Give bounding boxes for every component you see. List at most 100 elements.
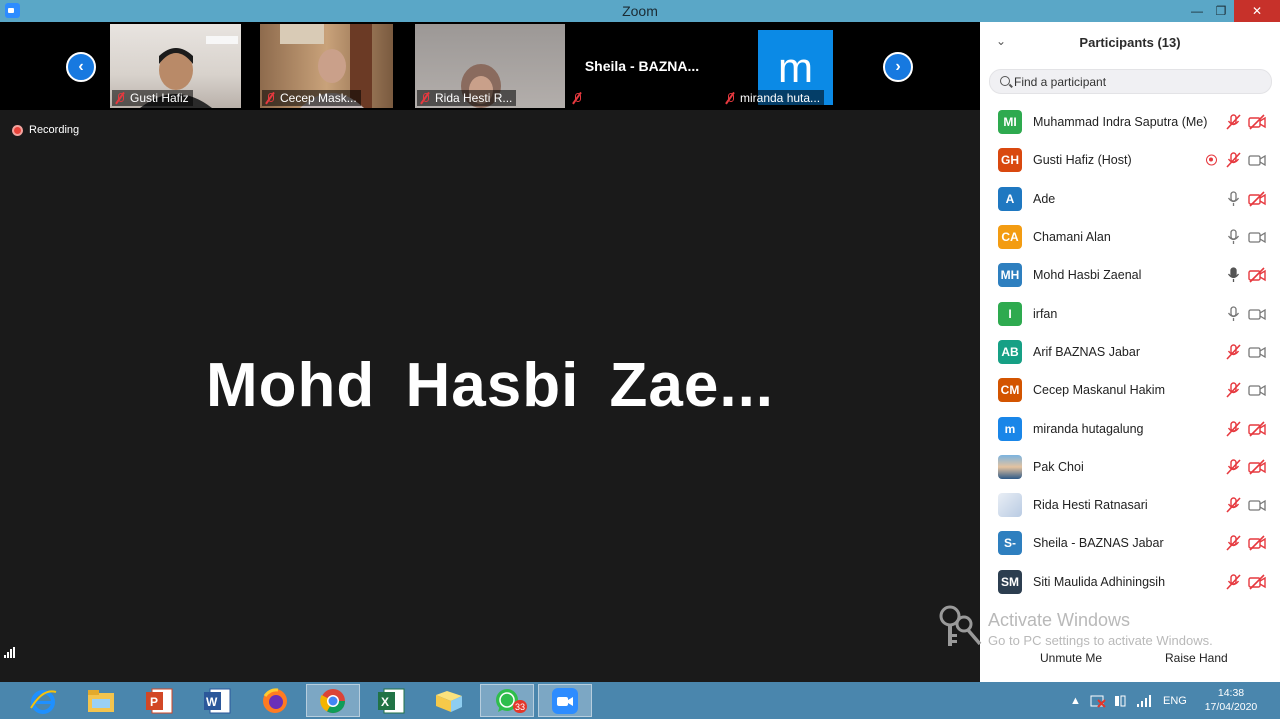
active-speaker-view: Mohd Hasbi Zae... [0,110,980,662]
next-page-button[interactable]: › [883,52,913,82]
video-tile[interactable]: Gusti Hafiz [110,24,241,108]
video-tile[interactable]: Sheila - BAZNA... [567,24,717,108]
microphone-icon[interactable] [1225,305,1243,322]
participant-avatar: CA [998,225,1022,250]
mic-muted-icon[interactable] [1225,459,1243,475]
video-off-icon[interactable] [1248,420,1266,437]
participant-avatar: m [998,416,1022,441]
participant-name: Cecep Maskanul Hakim [1033,383,1165,398]
video-off-icon[interactable] [1248,535,1266,551]
participant-row[interactable]: m miranda hutagalung [980,409,1280,447]
participant-row[interactable]: Rida Hesti Ratnasari [980,486,1280,524]
participant-row[interactable]: A Ade [980,180,1280,218]
video-camera-icon[interactable] [1248,344,1266,360]
video-camera-icon[interactable] [1248,497,1266,513]
watermark-subtitle: Go to PC settings to activate Windows. [988,633,1213,648]
tile-display-name: Sheila - BAZNA... [584,58,700,74]
internet-explorer-icon[interactable] [16,684,70,717]
participant-avatar [998,493,1022,518]
participant-row[interactable]: Pak Choi [980,448,1280,486]
chrome-icon[interactable] [306,684,360,717]
recording-indicator[interactable]: Recording [12,124,79,136]
svg-text:P: P [150,695,158,709]
mic-muted-icon[interactable] [1225,574,1243,590]
power-icon[interactable] [1112,682,1128,719]
network-icon[interactable] [1136,682,1152,719]
participant-row[interactable]: CM Cecep Maskanul Hakim [980,371,1280,409]
watermark-title: Activate Windows [988,610,1131,630]
whatsapp-icon[interactable]: 33 [480,684,534,717]
microphone-icon[interactable] [1225,267,1243,283]
participant-row[interactable]: GH Gusti Hafiz (Host) [980,141,1280,179]
participant-avatar [998,454,1022,479]
action-center-icon[interactable] [1090,682,1106,719]
video-camera-icon[interactable] [1248,382,1266,398]
mic-muted-icon[interactable] [1225,382,1243,398]
signal-strength-icon[interactable] [4,647,15,658]
zoom-taskbar-icon[interactable] [538,684,592,717]
participant-name: Pak Choi [1033,459,1084,474]
recording-icon [1206,154,1217,166]
tile-name-bar: Cecep Mask... [262,90,361,106]
participant-row[interactable]: MH Mohd Hasbi Zaenal [980,256,1280,294]
participant-row[interactable]: Iirfan [980,294,1280,332]
mic-muted-icon[interactable] [1225,420,1243,437]
clock-date: 17/04/2020 [1204,701,1258,713]
word-icon[interactable]: W [190,684,244,717]
record-icon [12,124,23,136]
tile-name-bar: miranda huta... [722,90,825,106]
participant-search[interactable] [989,69,1272,94]
folder-icon[interactable] [422,684,476,717]
show-hidden-icons-button[interactable]: ▲ [1070,682,1081,719]
video-tile[interactable]: Rida Hesti R... [415,24,565,108]
mic-muted-icon[interactable] [1225,535,1243,551]
video-camera-icon[interactable] [1248,229,1266,245]
language-indicator[interactable]: ENG [1163,682,1187,719]
participant-avatar: MH [998,263,1022,288]
mic-muted-icon[interactable] [1225,152,1243,168]
mic-muted-icon [419,92,431,104]
prev-page-button[interactable]: ‹ [66,52,96,82]
video-off-icon[interactable] [1248,574,1266,590]
video-off-icon[interactable] [1248,267,1266,283]
taskbar-clock[interactable]: 14:38 17/04/2020 [1196,686,1266,714]
participant-name: Chamani Alan [1033,230,1111,245]
excel-icon[interactable]: X [364,684,418,717]
search-input[interactable] [1014,73,1264,91]
mic-muted-icon[interactable] [1225,344,1243,360]
powerpoint-icon[interactable]: P [132,684,186,717]
participant-name: irfan [1033,306,1058,321]
video-tile[interactable]: Cecep Mask... [260,24,393,108]
participant-name: miranda hutagalung [1033,421,1144,436]
participant-row[interactable]: SM Siti Maulida Adhiningsih [980,563,1280,601]
video-off-icon[interactable] [1248,459,1266,475]
participant-list: MI Muhammad Indra Saputra (Me) GH Gusti Haf… [980,103,1280,601]
microphone-icon[interactable] [1225,191,1243,207]
keys-icon [939,605,982,646]
participants-panel: ⌄ Participants (13) MI Muhammad Indra Sap… [980,22,1280,682]
mic-muted-icon[interactable] [1225,497,1243,513]
video-tile[interactable]: m miranda huta... [720,24,870,108]
video-camera-icon[interactable] [1248,152,1266,168]
raise-hand-button[interactable]: Raise Hand [1159,647,1234,669]
mic-muted-icon[interactable] [1225,114,1243,130]
video-off-icon[interactable] [1248,114,1266,130]
microphone-icon[interactable] [1225,229,1243,245]
unmute-me-button[interactable]: Unmute Me [1034,647,1109,669]
participant-avatar: S- [998,531,1022,556]
recording-label: Recording [29,124,80,136]
participant-row[interactable]: CA Chamani Alan [980,218,1280,256]
video-off-icon[interactable] [1248,191,1266,207]
firefox-icon[interactable] [248,684,302,717]
file-explorer-icon[interactable] [74,684,128,717]
participant-row[interactable]: AB Arif BAZNAS Jabar [980,333,1280,371]
participant-row[interactable]: S- Sheila - BAZNAS Jabar [980,524,1280,562]
mic-muted-icon [114,92,126,104]
participant-row[interactable]: MI Muhammad Indra Saputra (Me) [980,103,1280,141]
tile-name: Gusti Hafiz [130,91,189,105]
participants-title: Participants (13) [1079,35,1181,50]
window-title: Zoom [622,3,658,19]
video-camera-icon[interactable] [1248,306,1266,322]
maximize-button[interactable]: ❐ [1207,0,1235,22]
close-button[interactable]: ✕ [1234,0,1280,22]
